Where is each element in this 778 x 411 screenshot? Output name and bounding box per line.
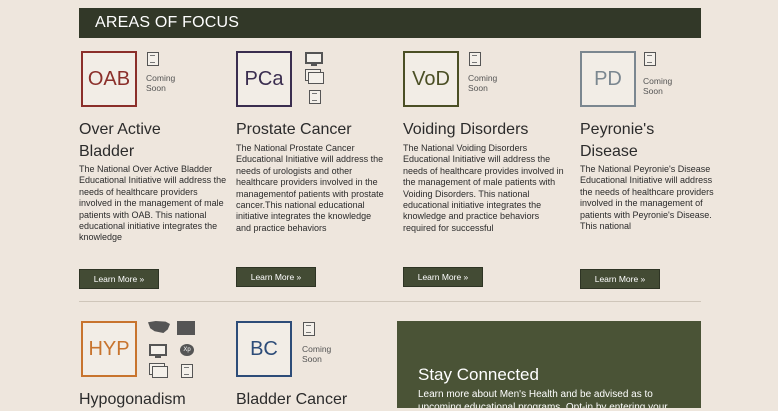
pca-logo[interactable]: PCa xyxy=(236,51,292,107)
hyp-logo[interactable]: HYP xyxy=(81,321,137,377)
document-icon[interactable] xyxy=(469,52,481,66)
stay-connected-text: Learn more about Men's Health and be adv… xyxy=(418,389,668,408)
card-description: The National Voiding Disorders Education… xyxy=(403,143,564,233)
card-description: The National Peyronie's Disease Educatio… xyxy=(580,164,714,232)
slides-icon[interactable] xyxy=(152,366,168,378)
card-title[interactable]: Over Active Bladder xyxy=(79,119,199,163)
document-icon[interactable] xyxy=(147,52,159,66)
card-title[interactable]: Peyronie's Disease xyxy=(580,119,690,163)
us-map-icon[interactable] xyxy=(148,321,170,333)
slides-icon[interactable] xyxy=(308,72,324,84)
learn-more-button[interactable]: Learn More » xyxy=(403,267,483,287)
section-title: AREAS OF FOCUS xyxy=(95,14,240,31)
xp-icon[interactable]: Xp xyxy=(180,344,194,356)
learn-more-button[interactable]: Learn More » xyxy=(236,267,316,287)
document-icon[interactable] xyxy=(309,90,321,104)
card-title[interactable]: Prostate Cancer xyxy=(236,119,386,141)
section-divider xyxy=(79,301,701,302)
stay-connected-panel: Stay Connected Learn more about Men's He… xyxy=(397,321,701,408)
card-description: The National Prostate Cancer Educational… xyxy=(236,143,384,233)
card-description: The National Over Active Bladder Educati… xyxy=(79,164,227,243)
learn-more-button[interactable]: Learn More » xyxy=(79,269,159,289)
vod-logo[interactable]: VoD xyxy=(403,51,459,107)
document-icon[interactable] xyxy=(644,52,656,66)
monitor-icon[interactable] xyxy=(305,52,323,66)
section-header: AREAS OF FOCUS xyxy=(79,8,701,38)
monitor-icon[interactable] xyxy=(149,344,167,358)
bc-logo[interactable]: BC xyxy=(236,321,292,377)
document-icon[interactable] xyxy=(181,364,193,378)
network-icon[interactable] xyxy=(177,321,195,335)
coming-soon-label: Coming Soon xyxy=(468,73,498,93)
stay-connected-title: Stay Connected xyxy=(418,365,539,384)
coming-soon-label: Coming Soon xyxy=(146,73,176,93)
pd-logo[interactable]: PD xyxy=(580,51,636,107)
coming-soon-label: Coming Soon xyxy=(302,344,332,364)
oab-logo[interactable]: OAB xyxy=(81,51,137,107)
card-title[interactable]: Voiding Disorders xyxy=(403,119,563,141)
coming-soon-label: Coming Soon xyxy=(643,76,673,96)
document-icon[interactable] xyxy=(303,322,315,336)
learn-more-button[interactable]: Learn More » xyxy=(580,269,660,289)
